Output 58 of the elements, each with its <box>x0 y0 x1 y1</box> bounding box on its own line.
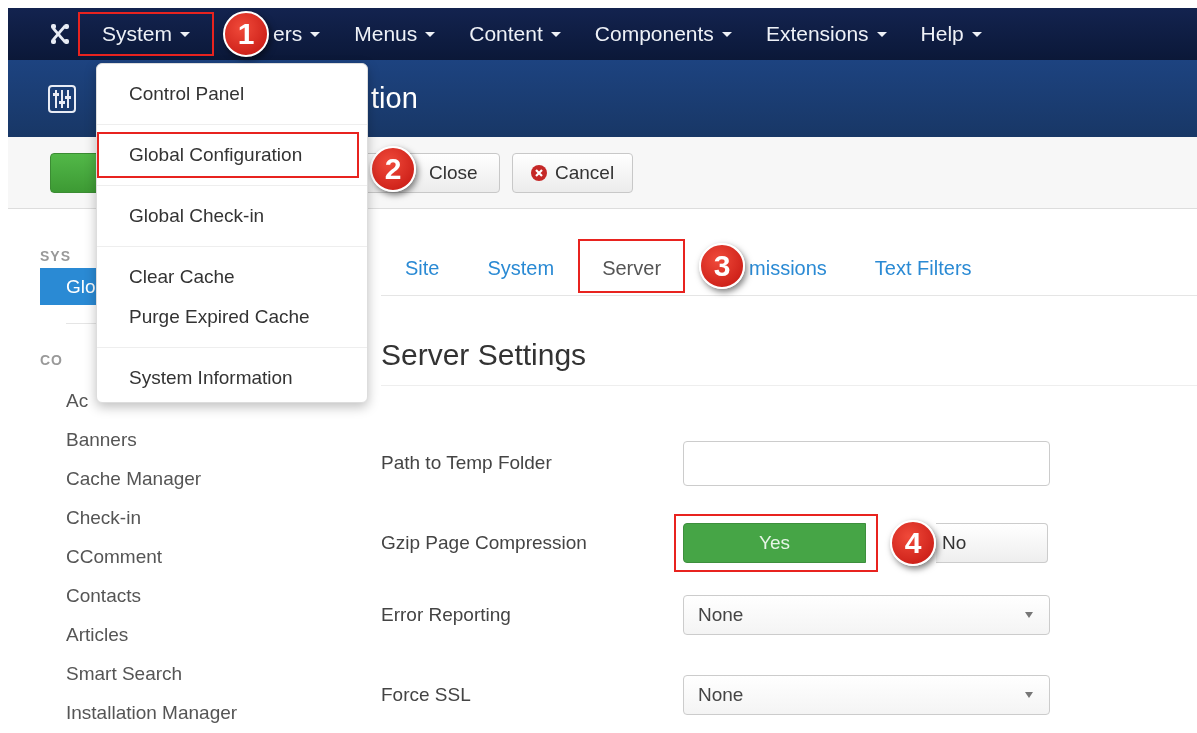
nav-menu-item[interactable]: Content <box>452 12 578 56</box>
sliders-icon <box>48 84 76 113</box>
tab[interactable]: System <box>463 239 579 293</box>
menu-item[interactable]: System Information <box>97 358 367 398</box>
nav-menu-item[interactable]: Components <box>577 12 749 56</box>
caret-icon <box>876 31 887 37</box>
sidebar-item[interactable]: Glo <box>40 267 96 305</box>
sidebar-item[interactable]: Cache Manager <box>40 459 202 498</box>
step-badge: 3 <box>699 243 746 289</box>
tab[interactable]: missions <box>745 239 851 293</box>
step-badge: 4 <box>890 520 936 566</box>
select-value: None <box>698 684 744 706</box>
cancel-icon <box>531 164 547 181</box>
nav-menu-item[interactable]: Menus <box>337 12 453 56</box>
caret-icon <box>1025 692 1033 698</box>
caret-icon <box>971 31 982 37</box>
select-field[interactable]: None <box>683 675 1050 715</box>
caret-icon <box>180 31 190 37</box>
field-label: Path to Temp Folder <box>381 452 553 474</box>
menu-item[interactable]: Purge Expired Cache <box>97 297 367 337</box>
sidebar-item[interactable]: Contacts <box>40 576 141 615</box>
caret-icon <box>1025 612 1033 618</box>
cancel-button[interactable]: Cancel <box>512 152 634 193</box>
select-field[interactable]: None <box>683 595 1050 635</box>
sidebar-item[interactable]: Check-in <box>40 498 141 537</box>
nav-menu-item[interactable]: System <box>78 12 214 56</box>
sidebar-item[interactable]: CComment <box>40 537 163 576</box>
caret-icon <box>310 31 321 37</box>
section-title: Server Settings <box>381 338 1197 386</box>
menu-item[interactable]: Control Panel <box>97 74 367 114</box>
tab[interactable]: Text Filters <box>850 239 996 293</box>
nav-menu-item[interactable]: Help <box>903 12 999 56</box>
caret-icon <box>425 31 436 37</box>
sidebar-item[interactable]: Articles <box>40 615 129 654</box>
step-badge: 1 <box>223 11 269 57</box>
field-label: Gzip Page Compression <box>381 532 588 554</box>
page-title: tion <box>371 82 418 115</box>
sidebar-item[interactable]: Smart Search <box>40 654 183 693</box>
menu-item[interactable]: Global Configuration <box>97 132 359 178</box>
field-label: Error Reporting <box>381 604 512 626</box>
sidebar-item[interactable]: Banners <box>40 420 137 459</box>
nav-menu-item[interactable]: Extensions <box>748 12 904 56</box>
menu-item[interactable]: Global Check-in <box>97 196 367 236</box>
caret-icon <box>721 31 732 37</box>
section-heading: CO <box>40 351 63 370</box>
input-field[interactable] <box>683 440 1050 486</box>
sidebar-item[interactable]: Ac <box>40 381 89 420</box>
menu-item[interactable]: Clear Cache <box>97 257 367 297</box>
field-label: Force SSL <box>381 684 472 706</box>
select-value: None <box>698 604 744 626</box>
toggle-option[interactable]: No <box>936 523 1048 563</box>
section-heading: SYS <box>40 248 71 266</box>
caret-icon <box>550 31 561 37</box>
logo-icon <box>48 22 72 46</box>
tab[interactable]: Server <box>578 239 686 293</box>
sidebar-item[interactable]: Installation Manager <box>40 693 238 732</box>
tab[interactable]: Site <box>381 239 464 293</box>
nav-menu-item[interactable]: ers <box>269 12 338 56</box>
